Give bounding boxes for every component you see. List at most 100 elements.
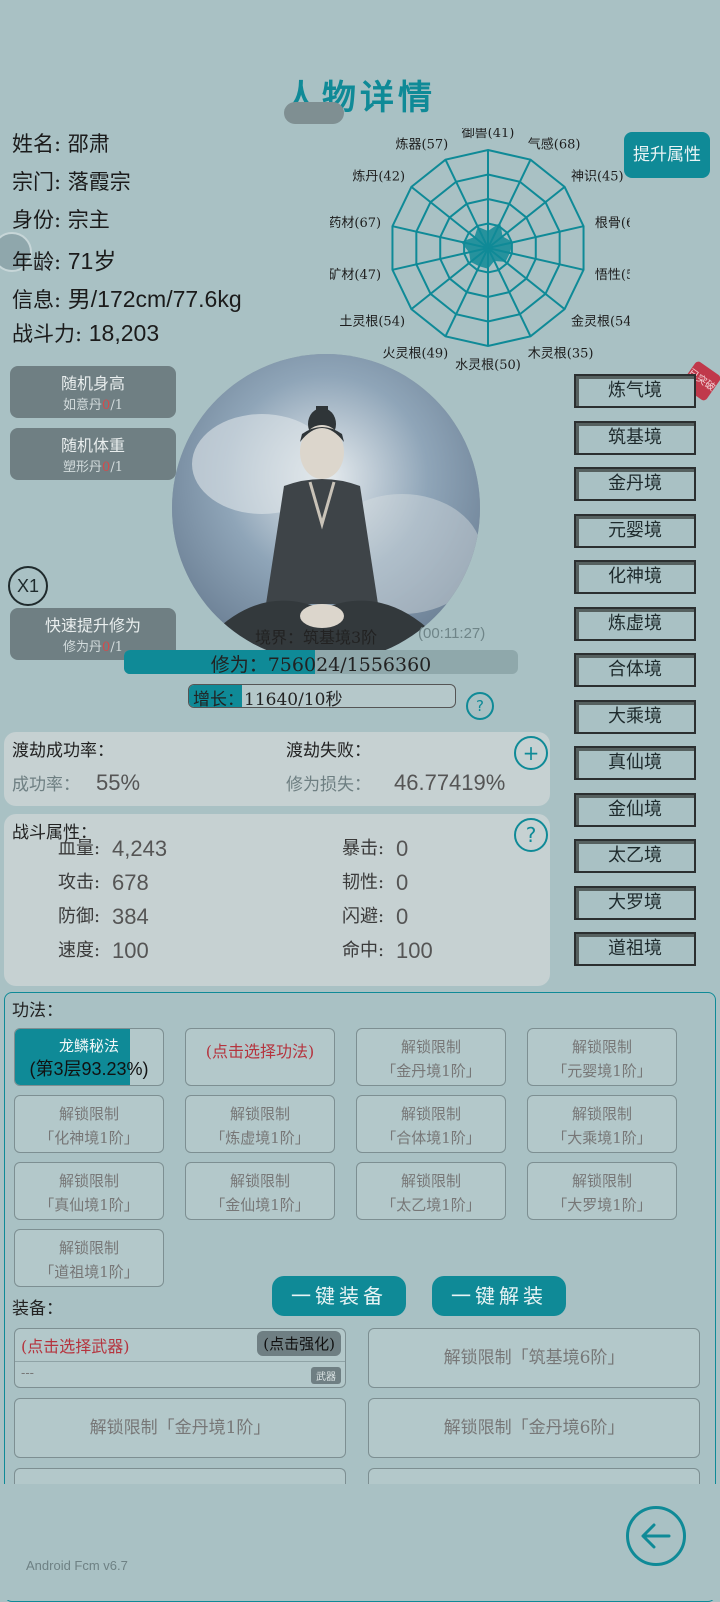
add-icon[interactable]: + [514,736,548,770]
radar-label: 土灵根(54) [339,314,405,329]
strengthen-button[interactable]: (点击强化) [257,1331,341,1356]
weapon-value: --- [21,1365,34,1380]
locked-skill-requirement: 「道祖境1阶」 [39,1263,139,1281]
info-label: 信息: [12,288,62,312]
combat-help-icon[interactable]: ? [514,818,548,852]
realm-button[interactable]: 道祖境 [574,932,696,966]
realm-button[interactable]: 元婴境 [574,513,696,548]
locked-skill-slot[interactable]: 解锁限制 「元婴境1阶」 [527,1028,677,1086]
locked-skill-label: 解锁限制 [571,1172,632,1190]
radar-label: 气感(68) [528,136,581,152]
realm-button[interactable]: 炼气境 [574,374,696,408]
weapon-divider [15,1361,345,1362]
quick-cultivate-total: /1 [110,640,123,655]
locked-skill-requirement: 「大罗境1阶」 [552,1196,652,1214]
equipment-slot-2[interactable]: 解锁限制「筑基境6阶」 [368,1328,700,1388]
weapon-slot[interactable]: (点击选择武器) (点击强化) --- 武器 [14,1328,346,1388]
locked-skill-slot[interactable]: 解锁限制 「金仙境1阶」 [185,1162,335,1220]
active-skill-slot[interactable]: 龙鳞秘法 (第3层93.23%) [14,1028,164,1086]
success-rate-label: 成功率： [12,775,80,795]
realm-button[interactable]: 化神境 [574,560,696,594]
realm-button[interactable]: 金丹境 [574,467,696,501]
locked-skill-label: 解锁限制 [58,1172,119,1190]
stat-value: 384 [112,904,149,929]
random-height-button[interactable]: 随机身高 如意丹0/1 [10,366,176,418]
character-portrait [172,354,480,662]
equip-all-button[interactable]: 一键装备 [272,1276,406,1316]
locked-skill-slot[interactable]: 解锁限制 「大乘境1阶」 [527,1095,677,1153]
locked-skill-requirement: 「太乙境1阶」 [381,1196,481,1214]
locked-skill-slot[interactable]: 解锁限制 「金丹境1阶」 [356,1028,506,1086]
stat-label: 闪避: [342,906,385,927]
tribulation-panel: 渡劫成功率： 成功率： 55% 渡劫失败： 修为损失： 46.77419% + [4,732,550,806]
radar-label: 御兽(41) [462,128,515,141]
locked-skill-slot[interactable]: 解锁限制 「炼虚境1阶」 [185,1095,335,1153]
radar-label: 矿材(47) [330,268,381,283]
random-height-label: 随机身高 [60,374,125,393]
meditating-figure-illustration [172,354,480,662]
realm-button[interactable]: 大乘境 [574,699,696,734]
title-badge [284,102,344,124]
radar-label: 根骨(62) [595,216,630,231]
realm-button[interactable]: 大罗境 [574,885,696,920]
locked-skill-label: 解锁限制 [571,1105,632,1123]
radar-label: 药材(67) [330,216,381,231]
locked-skill-label: 解锁限制 [58,1239,119,1257]
select-skill-slot[interactable]: (点击选择功法) [185,1028,335,1086]
realm-button[interactable]: 炼虚境 [574,606,696,641]
radar-label: 炼器(57) [396,137,449,152]
info-value: 男/172cm/77.6kg [67,286,242,312]
age-value: 71岁 [67,248,117,274]
locked-skill-label: 解锁限制 [58,1105,119,1123]
realm-button[interactable]: 真仙境 [574,746,696,780]
stat-value: 678 [112,870,149,895]
locked-skill-requirement: 「化神境1阶」 [39,1129,139,1147]
stat-value: 0 [396,836,409,861]
equipment-slot-4[interactable]: 解锁限制「金丹境6阶」 [368,1398,700,1458]
weapon-tag: 武器 [311,1367,341,1384]
realm-button[interactable]: 太乙境 [574,839,696,873]
growth-progress-bar: 增长：11640/10秒 [188,684,456,708]
improve-attributes-button[interactable]: 提升属性 [624,132,710,178]
locked-skill-slot[interactable]: 解锁限制 「太乙境1阶」 [356,1162,506,1220]
sect-row: 宗门: 落霞宗 [12,166,131,196]
radar-label: 火灵根(49) [383,347,449,362]
random-height-item: 如意丹 [63,398,103,413]
attribute-radar-chart: 御兽(41) 气感(68) 神识(45) 根骨(62) 悟性(54) 金灵根(54) 木灵根… [330,128,630,373]
unequip-all-button[interactable]: 一键解装 [432,1276,566,1316]
random-weight-button[interactable]: 随机体重 塑形丹0/1 [10,428,176,480]
age-label: 年龄: [12,250,62,274]
radar-spoke [487,247,532,337]
locked-skill-slot[interactable]: 解锁限制 「真仙境1阶」 [14,1162,164,1220]
realm-button[interactable]: 金仙境 [574,792,696,827]
active-skill-name: 龙鳞秘法 [58,1037,119,1055]
name-label: 姓名: [12,132,62,156]
equipment-slot-3[interactable]: 解锁限制「金丹境1阶」 [14,1398,346,1458]
power-value: 18,203 [88,320,160,346]
locked-skill-slot[interactable]: 解锁限制「大罗境1阶」 [527,1162,677,1220]
name-row: 姓名: 邵肃 [12,128,110,158]
stat-value: 0 [396,870,409,895]
radar-label: 悟性(54) [595,268,630,283]
random-weight-total: /1 [110,460,123,475]
identity-label: 身份: [12,208,62,232]
growth-help-icon[interactable]: ? [466,692,494,720]
locked-skill-label: 解锁限制 [400,1038,461,1056]
sect-label: 宗门: [12,170,62,194]
stat-value: 100 [396,938,433,963]
radar-label: 水灵根(50) [455,358,521,373]
locked-skill-slot[interactable]: 解锁限制「道祖境1阶」 [14,1229,164,1287]
growth-progress-text: 增长：11640/10秒 [193,690,343,708]
random-weight-label: 随机体重 [60,436,125,455]
footer-bar [0,1484,720,1600]
multiplier-button[interactable]: X1 [8,566,48,606]
realm-button[interactable]: 合体境 [574,653,696,687]
back-button[interactable] [626,1506,686,1566]
stat-label: 命中: [342,940,385,961]
stat-label: 速度: [58,940,101,961]
locked-skill-slot[interactable]: 解锁限制「化神境1阶」 [14,1095,164,1153]
realm-button[interactable]: 筑基境 [574,420,696,455]
locked-skill-requirement: 「元婴境1阶」 [552,1062,652,1080]
locked-skill-slot[interactable]: 解锁限制 「合体境1阶」 [356,1095,506,1153]
arrow-left-icon [641,1523,671,1549]
